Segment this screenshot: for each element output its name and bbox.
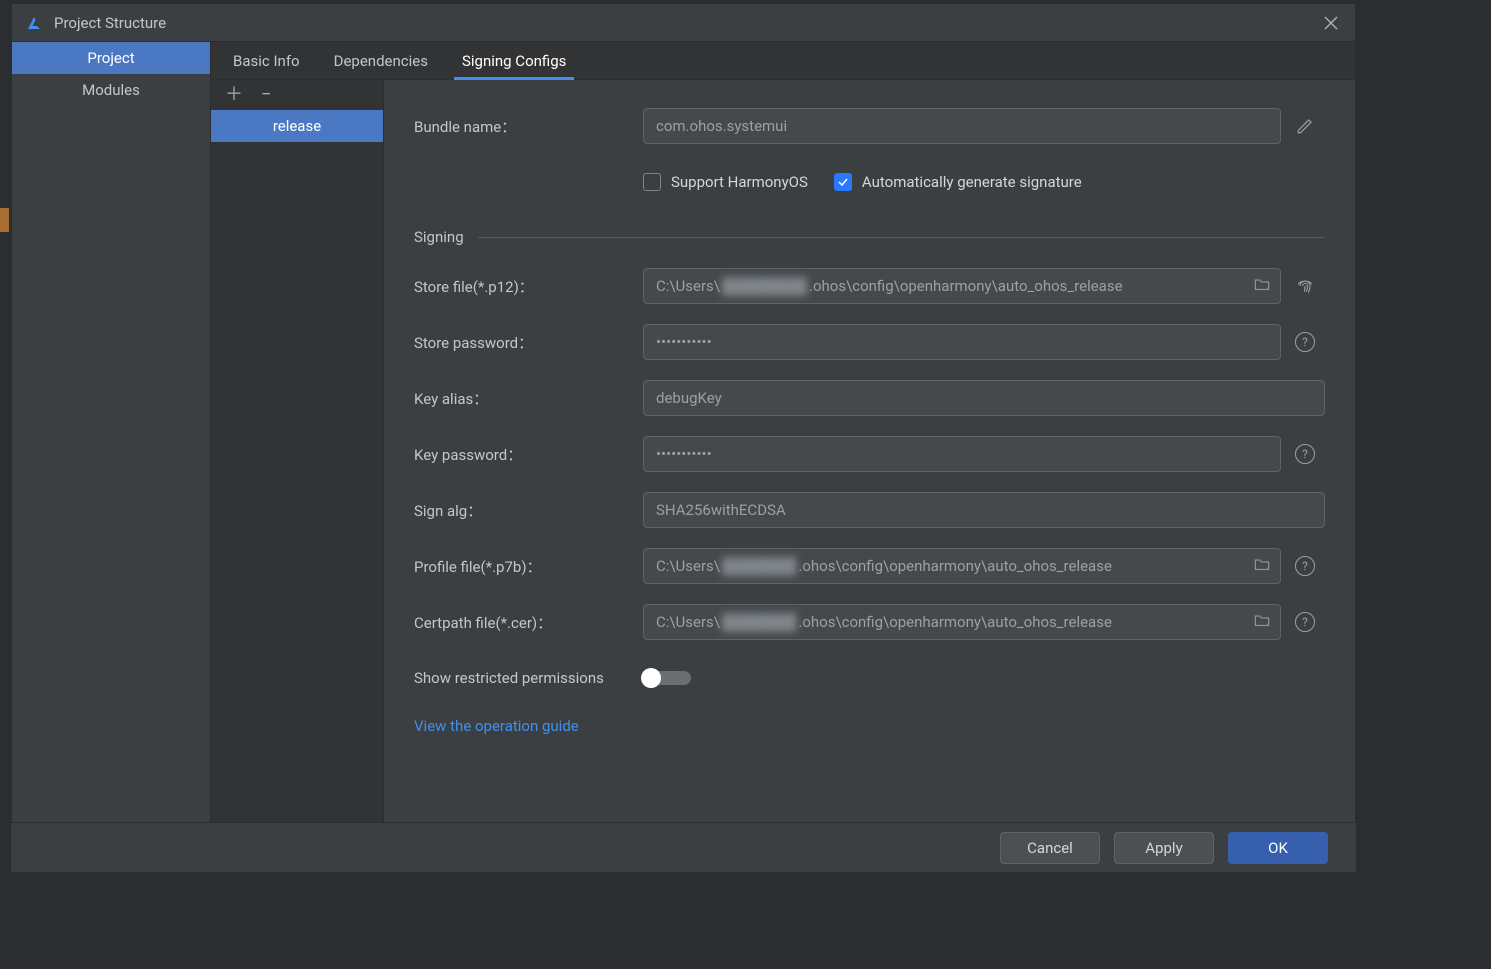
- store-password-value: •••••••••••: [656, 333, 712, 351]
- store-file-suffix: .ohos\config\openharmony\auto_ohos_relea…: [809, 277, 1123, 295]
- dialog-footer: Cancel Apply OK: [11, 822, 1356, 872]
- store-file-prefix: C:\Users\: [656, 277, 720, 295]
- certpath-file-input[interactable]: C:\Users\███████.ohos\config\openharmony…: [643, 604, 1281, 640]
- store-password-input[interactable]: •••••••••••: [643, 324, 1281, 360]
- key-alias-value: debugKey: [656, 389, 722, 407]
- row-show-restricted: Show restricted permissions: [414, 660, 1325, 696]
- options-group: Support HarmonyOS Automatically generate…: [643, 173, 1325, 191]
- toggle-track: [643, 671, 691, 685]
- ok-button[interactable]: OK: [1228, 832, 1328, 864]
- key-password-input[interactable]: •••••••••••: [643, 436, 1281, 472]
- editor-marker: [0, 208, 9, 232]
- bundle-name-value: com.ohos.systemui: [656, 117, 787, 135]
- checkbox-checked-icon: [834, 173, 852, 191]
- editor-gutter: [0, 0, 11, 969]
- bundle-name-input[interactable]: com.ohos.systemui: [643, 108, 1281, 144]
- category-nav: Project Modules: [12, 42, 211, 872]
- window-title: Project Structure: [54, 14, 1319, 32]
- sign-alg-input[interactable]: SHA256withECDSA: [643, 492, 1325, 528]
- folder-icon[interactable]: [1254, 557, 1270, 575]
- tab-dependencies[interactable]: Dependencies: [326, 42, 436, 79]
- row-store-password: Store password： ••••••••••• ?: [414, 324, 1325, 360]
- redacted-text: ███████: [722, 557, 796, 575]
- toggle-knob: [641, 668, 661, 688]
- certpath-file-prefix: C:\Users\: [656, 613, 720, 631]
- config-item-release[interactable]: release: [211, 110, 383, 142]
- help-icon[interactable]: ?: [1285, 332, 1325, 352]
- auto-gen-label: Automatically generate signature: [862, 173, 1082, 191]
- help-icon[interactable]: ?: [1285, 556, 1325, 576]
- apply-button[interactable]: Apply: [1114, 832, 1214, 864]
- row-guide-link: View the operation guide: [414, 716, 1325, 735]
- support-harmonyos-checkbox[interactable]: Support HarmonyOS: [643, 173, 808, 191]
- key-alias-label: Key alias：: [414, 388, 639, 409]
- profile-file-suffix: .ohos\config\openharmony\auto_ohos_relea…: [798, 557, 1112, 575]
- tabs: Basic Info Dependencies Signing Configs: [211, 42, 1355, 80]
- tab-basic-info[interactable]: Basic Info: [225, 42, 308, 79]
- edit-icon[interactable]: [1285, 117, 1325, 135]
- key-password-value: •••••••••••: [656, 445, 712, 463]
- certpath-file-suffix: .ohos\config\openharmony\auto_ohos_relea…: [798, 613, 1112, 631]
- operation-guide-link[interactable]: View the operation guide: [414, 717, 579, 735]
- tab-signing-configs[interactable]: Signing Configs: [454, 42, 574, 79]
- redacted-text: ████████: [722, 277, 807, 295]
- help-icon[interactable]: ?: [1285, 612, 1325, 632]
- row-profile-file: Profile file(*.p7b)： C:\Users\███████.oh…: [414, 548, 1325, 584]
- content-pane: Basic Info Dependencies Signing Configs …: [211, 42, 1355, 872]
- app-logo: [24, 13, 44, 33]
- redacted-text: ███████: [722, 613, 796, 631]
- titlebar: Project Structure: [12, 4, 1355, 42]
- row-key-alias: Key alias： debugKey: [414, 380, 1325, 416]
- remove-config-icon[interactable]: −: [261, 86, 271, 104]
- store-password-label: Store password：: [414, 332, 639, 353]
- profile-file-label: Profile file(*.p7b)：: [414, 556, 639, 577]
- row-key-password: Key password： ••••••••••• ?: [414, 436, 1325, 472]
- folder-icon[interactable]: [1254, 613, 1270, 631]
- certpath-file-label: Certpath file(*.cer)：: [414, 612, 639, 633]
- help-icon[interactable]: ?: [1285, 444, 1325, 464]
- row-certpath-file: Certpath file(*.cer)： C:\Users\███████.o…: [414, 604, 1325, 640]
- row-bundle-name: Bundle name： com.ohos.systemui: [414, 108, 1325, 144]
- key-password-label: Key password：: [414, 444, 639, 465]
- dialog-body: Project Modules Basic Info Dependencies …: [12, 42, 1355, 872]
- sign-alg-label: Sign alg：: [414, 500, 639, 521]
- signing-section-header: Signing: [414, 228, 1325, 246]
- row-store-file: Store file(*.p12)： C:\Users\████████.oho…: [414, 268, 1325, 304]
- config-tools: ＋ −: [211, 80, 383, 110]
- fingerprint-icon[interactable]: [1285, 276, 1325, 296]
- bundle-name-label: Bundle name：: [414, 116, 639, 137]
- cancel-button[interactable]: Cancel: [1000, 832, 1100, 864]
- nav-item-project[interactable]: Project: [12, 42, 210, 74]
- add-config-icon[interactable]: ＋: [225, 86, 243, 104]
- show-restricted-label: Show restricted permissions: [414, 669, 639, 687]
- support-harmonyos-label: Support HarmonyOS: [671, 173, 808, 191]
- sign-alg-value: SHA256withECDSA: [656, 501, 786, 519]
- row-sign-alg: Sign alg： SHA256withECDSA: [414, 492, 1325, 528]
- nav-item-modules[interactable]: Modules: [12, 74, 210, 106]
- close-icon[interactable]: [1319, 11, 1343, 35]
- profile-file-prefix: C:\Users\: [656, 557, 720, 575]
- project-structure-dialog: Project Structure Project Modules Basic …: [11, 3, 1356, 873]
- store-file-label: Store file(*.p12)：: [414, 276, 639, 297]
- row-options: Support HarmonyOS Automatically generate…: [414, 164, 1325, 200]
- signing-form: Bundle name： com.ohos.systemui Support H…: [384, 80, 1355, 872]
- signing-header-label: Signing: [414, 228, 464, 246]
- key-alias-input[interactable]: debugKey: [643, 380, 1325, 416]
- checkbox-icon: [643, 173, 661, 191]
- tab-content: ＋ − release Bundle name： com.ohos.system…: [211, 80, 1355, 872]
- auto-gen-signature-checkbox[interactable]: Automatically generate signature: [834, 173, 1082, 191]
- signing-config-list: ＋ − release: [211, 80, 384, 872]
- show-restricted-toggle[interactable]: [643, 671, 1325, 685]
- profile-file-input[interactable]: C:\Users\███████.ohos\config\openharmony…: [643, 548, 1281, 584]
- divider: [478, 237, 1325, 238]
- folder-icon[interactable]: [1254, 277, 1270, 295]
- store-file-input[interactable]: C:\Users\████████.ohos\config\openharmon…: [643, 268, 1281, 304]
